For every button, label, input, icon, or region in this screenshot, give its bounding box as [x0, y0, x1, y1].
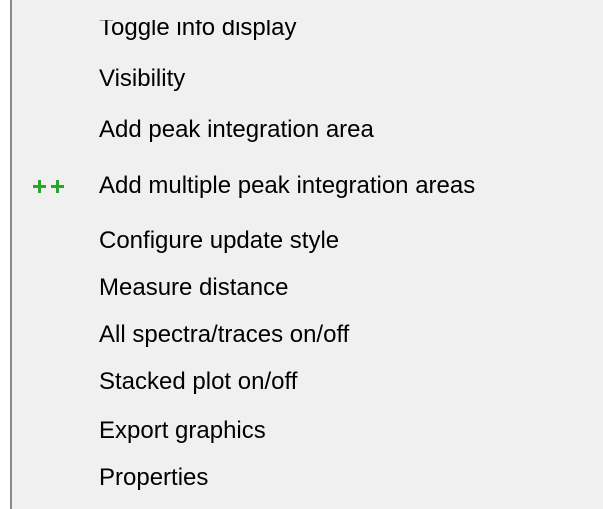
menu-item-label: All spectra/traces on/off: [99, 321, 350, 348]
plus-plus-icon: [26, 164, 70, 208]
menu-item-add-peak-integration-area[interactable]: Add peak integration area: [12, 108, 603, 152]
menu-item-stacked-plot[interactable]: Stacked plot on/off: [12, 360, 603, 404]
context-menu: Toggle info display Visibility Add peak …: [10, 0, 603, 509]
menu-item-label: Add peak integration area: [99, 116, 374, 143]
menu-item-label: Stacked plot on/off: [99, 368, 298, 395]
menu-item-properties[interactable]: Properties: [12, 456, 603, 500]
menu-item-label: Properties: [99, 464, 209, 491]
menu-item-configure-update-style[interactable]: Configure update style: [12, 219, 603, 263]
menu-item-visibility[interactable]: Visibility: [12, 57, 603, 101]
menu-item-label: Measure distance: [99, 274, 289, 301]
menu-item-toggle-info-display[interactable]: Toggle info display: [12, 10, 603, 40]
menu-item-measure-distance[interactable]: Measure distance: [12, 266, 603, 310]
menu-item-label: Visibility: [99, 65, 186, 92]
menu-item-add-multiple-peak-integration-areas[interactable]: Add multiple peak integration areas: [12, 164, 603, 208]
menu-item-export-graphics[interactable]: Export graphics: [12, 409, 603, 453]
menu-item-label: Export graphics: [99, 417, 266, 444]
menu-item-label: Add multiple peak integration areas: [99, 172, 476, 199]
menu-clip-edge: [12, 10, 603, 20]
menu-item-all-spectra-traces[interactable]: All spectra/traces on/off: [12, 313, 603, 357]
menu-item-label: Configure update style: [99, 227, 340, 254]
